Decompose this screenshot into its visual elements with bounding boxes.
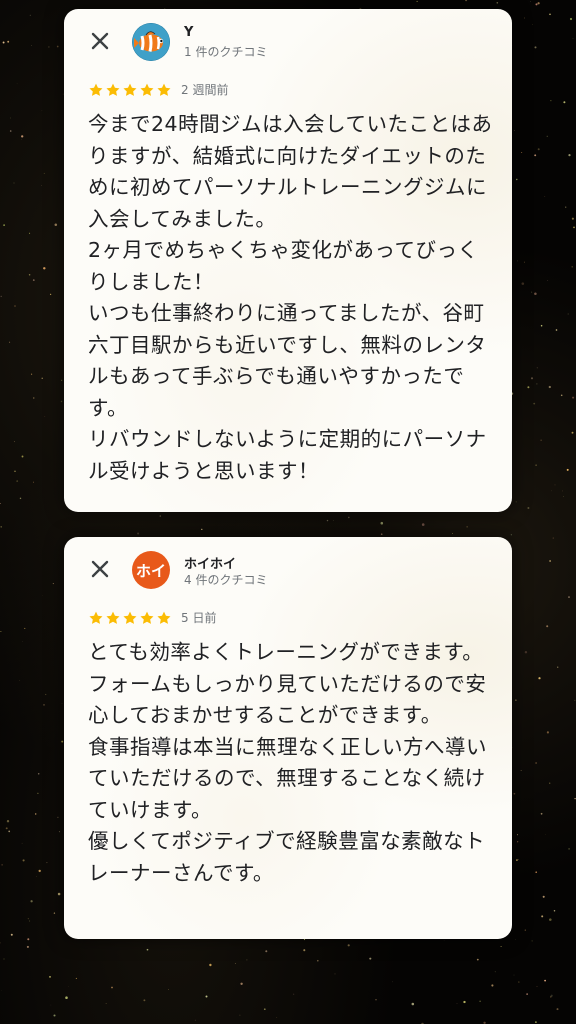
star-icon: [89, 83, 103, 96]
star-icon: [157, 83, 171, 96]
star-rating: [88, 610, 172, 626]
review-card: ホイ ホイホイ 4 件のクチコミ 5 日前 とても効率よくトレーニングができます…: [64, 537, 512, 939]
clownfish-avatar-icon[interactable]: [132, 23, 170, 61]
close-icon[interactable]: [88, 557, 112, 581]
review-time: 5 日前: [181, 611, 217, 625]
avatar-text: ホイ: [135, 561, 166, 580]
rating-row: 5 日前: [88, 609, 216, 626]
rating-row: 2 週間前: [88, 81, 228, 98]
close-icon[interactable]: [88, 29, 112, 53]
star-rating: [88, 82, 172, 98]
star-icon: [140, 611, 154, 624]
review-card: Y 1 件のクチコミ 2 週間前 今まで24時間ジムは入会していたことはあります…: [64, 9, 512, 512]
review-count: 1 件のクチコミ: [184, 45, 268, 59]
star-icon: [106, 83, 120, 96]
star-icon: [106, 611, 120, 624]
star-icon: [89, 611, 103, 624]
reviewer-name[interactable]: Y: [184, 25, 193, 40]
star-icon: [123, 611, 137, 624]
star-icon: [140, 83, 154, 96]
review-text: 今まで24時間ジムは入会していたことはありますが、結婚式に向けたダイエットのため…: [88, 112, 493, 483]
letter-avatar[interactable]: ホイ: [132, 551, 170, 589]
reviewer-name[interactable]: ホイホイ: [184, 553, 236, 572]
review-text: とても効率よくトレーニングができます。フォームもしっかり見ていただけるので安心し…: [88, 640, 487, 885]
star-icon: [123, 83, 137, 96]
star-icon: [157, 611, 171, 624]
review-time: 2 週間前: [181, 83, 229, 97]
review-count: 4 件のクチコミ: [184, 573, 268, 587]
